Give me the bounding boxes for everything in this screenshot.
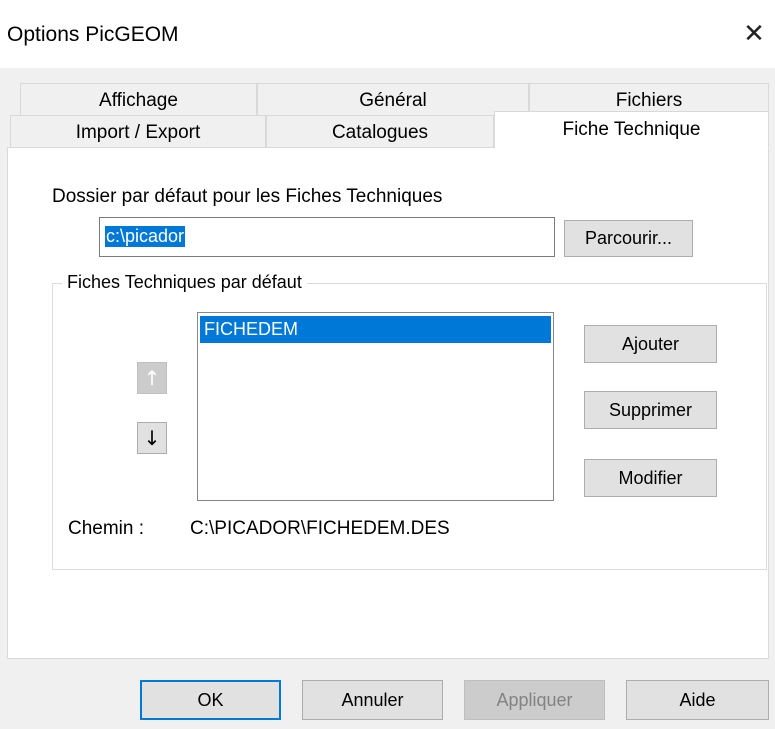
- default-folder-value: c:\picador: [105, 226, 186, 247]
- tab-label: Affichage: [99, 90, 178, 111]
- window-title: Options PicGEOM: [7, 23, 179, 46]
- browse-button[interactable]: Parcourir...: [564, 220, 693, 257]
- tab-catalogues[interactable]: Catalogues: [266, 115, 494, 148]
- ok-button[interactable]: OK: [140, 680, 281, 720]
- tab-affichage[interactable]: Affichage: [20, 83, 257, 117]
- cancel-button[interactable]: Annuler: [302, 680, 443, 720]
- tab-label: Import / Export: [75, 122, 201, 143]
- options-dialog: Options PicGEOM ✕ Affichage Général Fich…: [0, 0, 775, 729]
- arrow-up-icon[interactable]: ↑: [137, 362, 167, 394]
- add-button[interactable]: Ajouter: [584, 325, 717, 363]
- group-title: Fiches Techniques par défaut: [62, 272, 307, 293]
- modify-button[interactable]: Modifier: [584, 459, 717, 497]
- tab-import-export[interactable]: Import / Export: [10, 115, 266, 148]
- tab-label: Général: [359, 90, 427, 111]
- title-bar: Options PicGEOM ✕: [0, 0, 775, 68]
- default-folder-label: Dossier par défaut pour les Fiches Techn…: [52, 186, 443, 207]
- help-button[interactable]: Aide: [626, 680, 769, 720]
- sheets-listbox[interactable]: FICHEDEM: [197, 312, 554, 501]
- apply-button[interactable]: Appliquer: [464, 680, 605, 720]
- tab-label: Fichiers: [615, 90, 683, 111]
- tab-general[interactable]: Général: [257, 83, 529, 117]
- path-value: C:\PICADOR\FICHEDEM.DES: [190, 518, 450, 539]
- path-label: Chemin :: [68, 518, 145, 539]
- list-item[interactable]: FICHEDEM: [200, 316, 551, 343]
- tab-label: Catalogues: [331, 122, 429, 143]
- tab-label: Fiche Technique: [562, 119, 701, 140]
- tab-fiche-technique[interactable]: Fiche Technique: [494, 111, 769, 149]
- close-icon[interactable]: ✕: [738, 18, 770, 50]
- arrow-down-icon[interactable]: ↓: [137, 422, 167, 454]
- delete-button[interactable]: Supprimer: [584, 391, 717, 429]
- default-folder-input[interactable]: c:\picador: [99, 217, 555, 257]
